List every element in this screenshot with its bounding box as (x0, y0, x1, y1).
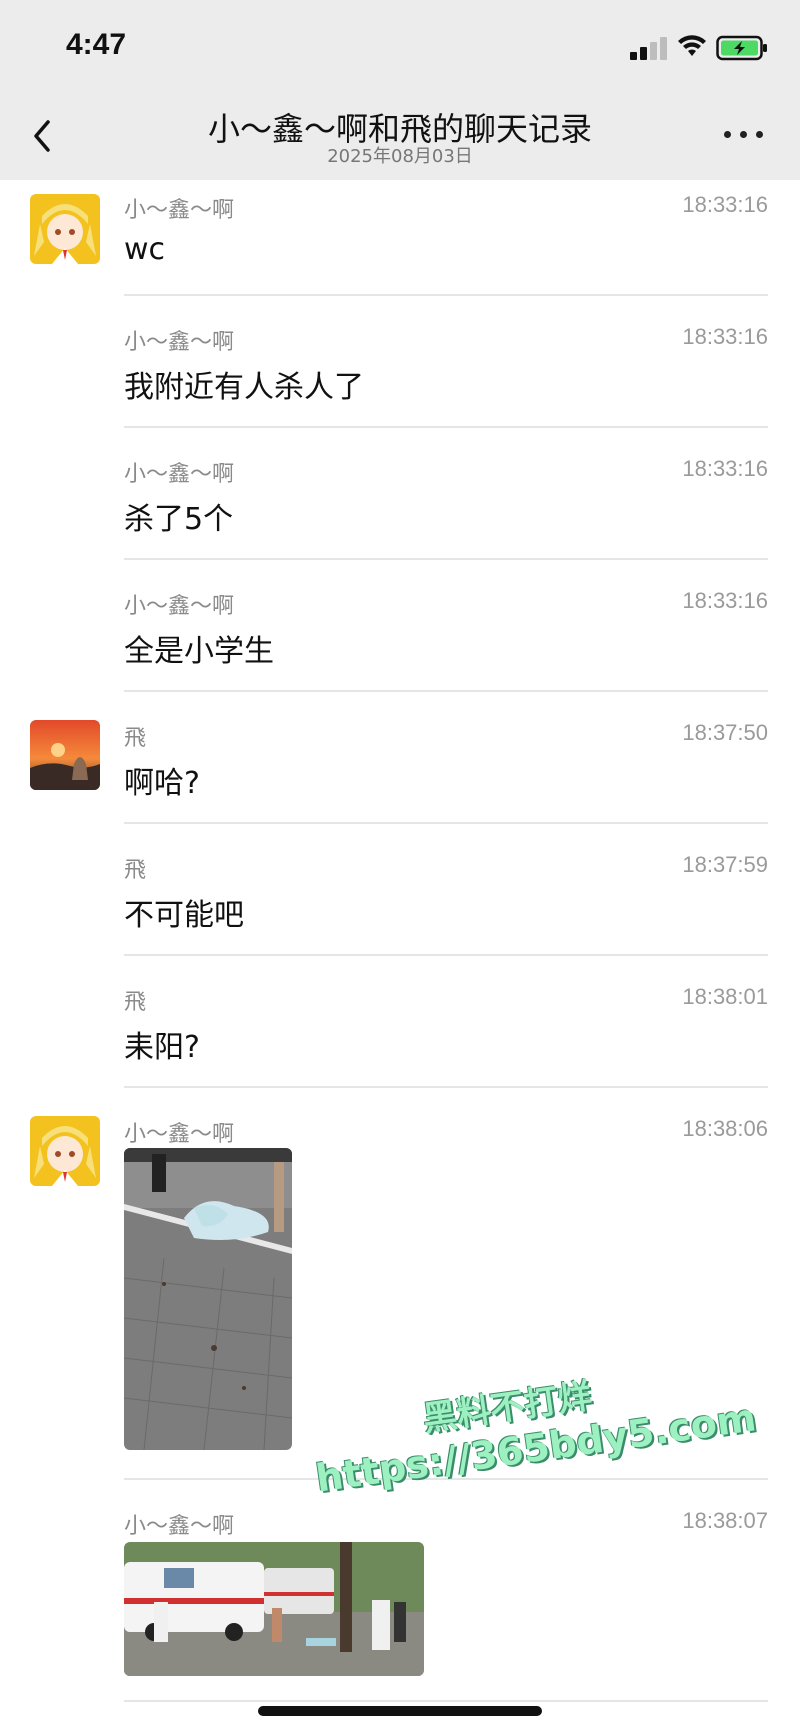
divider (124, 294, 768, 296)
sender-name: 小～鑫～啊 (124, 330, 235, 355)
message-time: 18:33:16 (682, 192, 768, 217)
street-photo[interactable] (124, 1148, 292, 1450)
message-time: 18:33:16 (682, 588, 768, 613)
wifi-icon (678, 35, 706, 56)
chat-date: 2025年08月03日 (327, 146, 473, 167)
message-text: wc (124, 232, 166, 267)
sender-name: 飛 (124, 726, 147, 751)
message-text: 全是小学生 (124, 634, 274, 669)
message-text: 我附近有人杀人了 (124, 370, 364, 405)
message-text: 不可能吧 (124, 898, 244, 933)
divider (124, 690, 768, 692)
message-time: 18:38:01 (682, 984, 768, 1009)
sender-name: 飛 (124, 858, 147, 883)
message-time: 18:38:07 (682, 1508, 768, 1533)
home-indicator[interactable] (258, 1706, 542, 1716)
message-time: 18:38:06 (682, 1116, 768, 1141)
sender-name: 飛 (124, 990, 147, 1015)
sender-name: 小～鑫～啊 (124, 594, 235, 619)
chat-header: 4:47 小～鑫～啊和飛的聊天记录 2025年08月03日 (0, 0, 800, 180)
cellular-signal-icon (630, 36, 670, 60)
more-icon[interactable] (722, 126, 766, 142)
message-text: 耒阳? (124, 1030, 200, 1065)
sender-name: 小～鑫～啊 (124, 1122, 235, 1147)
battery-icon (716, 35, 767, 61)
message-text: 啊哈? (124, 766, 200, 801)
avatar[interactable] (30, 194, 100, 264)
message-text: 杀了5个 (124, 502, 234, 537)
message-time: 18:37:50 (682, 720, 768, 745)
status-time: 4:47 (66, 28, 127, 61)
back-chevron-icon[interactable] (28, 116, 58, 156)
avatar[interactable] (30, 1116, 100, 1186)
divider (124, 426, 768, 428)
divider (124, 954, 768, 956)
sender-name: 小～鑫～啊 (124, 1514, 235, 1539)
divider (124, 822, 768, 824)
divider (124, 1086, 768, 1088)
sender-name: 小～鑫～啊 (124, 462, 235, 487)
message-time: 18:33:16 (682, 324, 768, 349)
divider (124, 1700, 768, 1702)
ambulance-photo[interactable] (124, 1542, 424, 1676)
avatar[interactable] (30, 720, 100, 790)
divider (124, 558, 768, 560)
sender-name: 小～鑫～啊 (124, 198, 235, 223)
message-time: 18:33:16 (682, 456, 768, 481)
message-time: 18:37:59 (682, 852, 768, 877)
